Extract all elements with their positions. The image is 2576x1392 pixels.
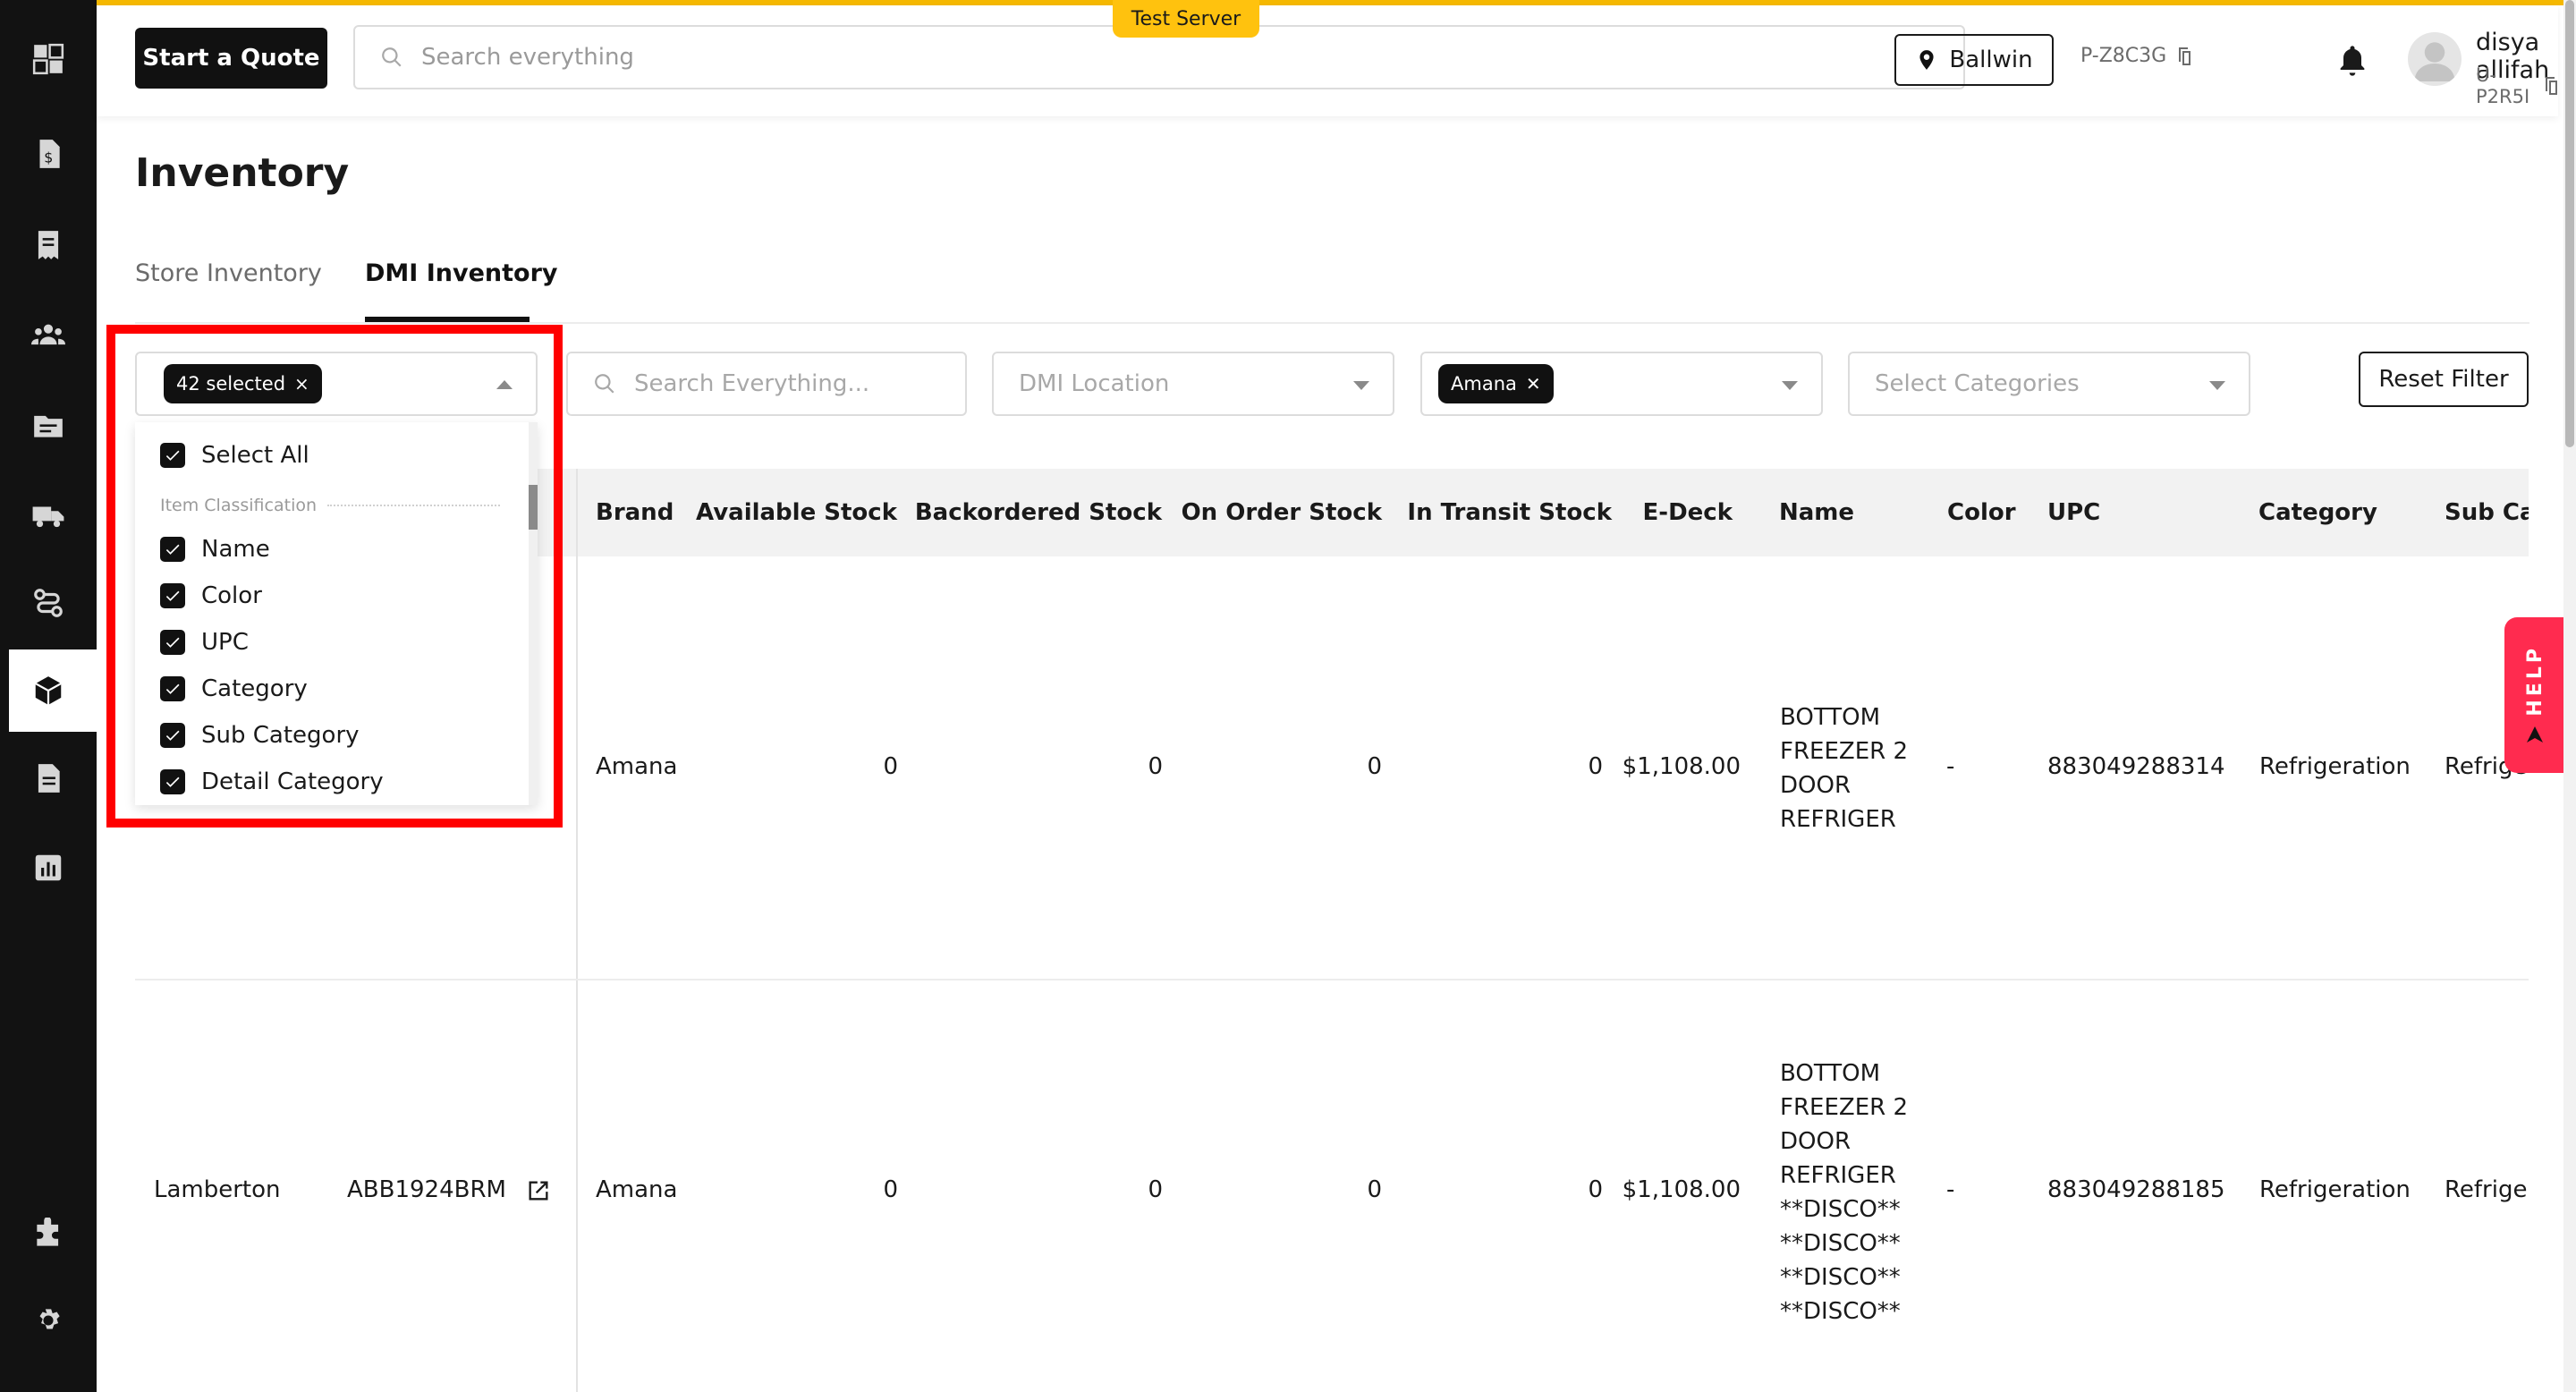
dmi-location-placeholder: DMI Location (1019, 370, 1170, 397)
cell-category: Refrigeration (2259, 1176, 2411, 1203)
cell-sub-category: Refrige (2445, 1176, 2528, 1203)
receipt-icon[interactable] (0, 204, 97, 286)
column-header-name[interactable]: Name (1779, 469, 1854, 556)
server-badge: Test Server (1113, 0, 1259, 38)
cell-brand: Amana (596, 753, 678, 780)
reset-filter-button[interactable]: Reset Filter (2359, 352, 2529, 407)
chevron-down-icon[interactable] (2209, 381, 2225, 390)
app-screen: $ Start a Quote Search everything Ballwi… (0, 0, 2576, 1392)
notification-bell-icon[interactable] (2334, 41, 2370, 81)
cell-brand: Amana (596, 1176, 678, 1203)
user-code: U-P2R5I (2476, 64, 2558, 107)
search-icon (595, 374, 614, 394)
cell-name: BOTTOM FREEZER 2 DOOR REFRIGER **DISCO**… (1780, 1060, 1908, 1325)
cursor-arrow-icon (2527, 726, 2543, 743)
column-header-backordered-stock[interactable]: Backordered Stock (915, 469, 1162, 556)
dmi-location-select[interactable]: DMI Location (992, 352, 1394, 416)
sticky-column-divider (576, 469, 578, 1392)
chevron-down-icon[interactable] (1782, 381, 1798, 390)
cell-color: - (1946, 1176, 1955, 1203)
page-scrollbar-thumb[interactable] (2565, 0, 2574, 447)
brand-chip[interactable]: Amana ✕ (1438, 364, 1554, 403)
profile-code: P-Z8C3G (2080, 45, 2191, 67)
annotation-highlight-box (106, 325, 563, 828)
tab-store-inventory[interactable]: Store Inventory (135, 259, 322, 287)
user-code-text: U-P2R5I (2476, 64, 2530, 107)
tabs-divider (135, 322, 2529, 324)
column-header-available-stock[interactable]: Available Stock (696, 469, 897, 556)
model-number[interactable]: ABB1924BRM (347, 1176, 506, 1203)
start-quote-button[interactable]: Start a Quote (135, 28, 327, 89)
cell-e-deck: $1,108.00 (1622, 753, 1741, 780)
copy-icon[interactable] (2540, 75, 2558, 97)
cell-upc: 883049288314 (2047, 753, 2225, 780)
profile-code-text: P-Z8C3G (2080, 45, 2167, 67)
customers-icon[interactable] (0, 293, 97, 376)
route-icon[interactable] (0, 562, 97, 644)
column-header-sub-category[interactable]: Sub Ca (2445, 469, 2529, 556)
cell-on-order-stock: 0 (1367, 753, 1382, 780)
cell-on-order-stock: 0 (1367, 1176, 1382, 1203)
cell-e-deck: $1,108.00 (1622, 1176, 1741, 1203)
active-tab-indicator (365, 317, 530, 322)
column-header-in-transit-stock[interactable]: In Transit Stock (1407, 469, 1612, 556)
sidebar: $ (0, 0, 97, 1392)
svg-text:$: $ (44, 149, 53, 166)
categories-placeholder: Select Categories (1875, 370, 2080, 397)
column-header-upc[interactable]: UPC (2047, 469, 2100, 556)
page-title: Inventory (135, 150, 350, 196)
cell-model: ABB1924BRM (347, 1176, 551, 1203)
document-icon[interactable] (0, 737, 97, 819)
cell-category: Refrigeration (2259, 753, 2411, 780)
puzzle-icon[interactable] (0, 1193, 97, 1276)
quote-dollar-icon[interactable]: $ (0, 113, 97, 195)
avatar[interactable] (2408, 32, 2462, 86)
cell-backordered-stock: 0 (1148, 1176, 1163, 1203)
search-icon (382, 47, 402, 67)
inventory-box-icon[interactable] (0, 649, 97, 732)
settings-gear-icon[interactable] (0, 1279, 97, 1362)
map-pin-icon (1919, 50, 1934, 70)
cell-upc: 883049288185 (2047, 1176, 2225, 1203)
remove-brand-icon[interactable]: ✕ (1526, 373, 1541, 395)
chevron-down-icon[interactable] (1353, 381, 1369, 390)
cell-available-stock: 0 (883, 753, 898, 780)
column-header-category[interactable]: Category (2258, 469, 2377, 556)
folder-icon[interactable] (0, 385, 97, 467)
categories-select[interactable]: Select Categories (1848, 352, 2250, 416)
truck-icon[interactable] (0, 474, 97, 556)
cell-color: - (1946, 753, 1955, 780)
cell-location: Lamberton (154, 1176, 281, 1203)
cell-in-transit-stock: 0 (1588, 1176, 1603, 1203)
external-link-icon[interactable] (526, 1178, 551, 1203)
column-header-brand[interactable]: Brand (596, 469, 674, 556)
location-button[interactable]: Ballwin (1894, 34, 2054, 86)
column-header-color[interactable]: Color (1947, 469, 2016, 556)
header: Start a Quote Search everything Ballwin … (97, 5, 2558, 116)
table-search-placeholder: Search Everything... (634, 370, 870, 397)
table-search-input[interactable]: Search Everything... (566, 352, 967, 416)
cell-backordered-stock: 0 (1148, 753, 1163, 780)
help-label: HELP (2523, 645, 2546, 717)
help-tab[interactable]: HELP (2504, 617, 2565, 773)
cell-available-stock: 0 (883, 1176, 898, 1203)
app-grid-icon[interactable] (0, 18, 97, 100)
tab-dmi-inventory[interactable]: DMI Inventory (365, 259, 558, 287)
location-label: Ballwin (1949, 47, 2033, 73)
brand-select[interactable]: Amana ✕ (1420, 352, 1823, 416)
reports-chart-icon[interactable] (0, 827, 97, 909)
cell-in-transit-stock: 0 (1588, 753, 1603, 780)
row-divider (135, 979, 2529, 980)
cell-name: BOTTOM FREEZER 2 DOOR REFRIGER (1780, 704, 1908, 833)
copy-icon[interactable] (2174, 46, 2191, 67)
search-placeholder: Search everything (421, 44, 634, 71)
column-header-on-order-stock[interactable]: On Order Stock (1182, 469, 1382, 556)
brand-chip-label: Amana (1451, 373, 1517, 395)
column-header-e-deck[interactable]: E-Deck (1643, 469, 1733, 556)
